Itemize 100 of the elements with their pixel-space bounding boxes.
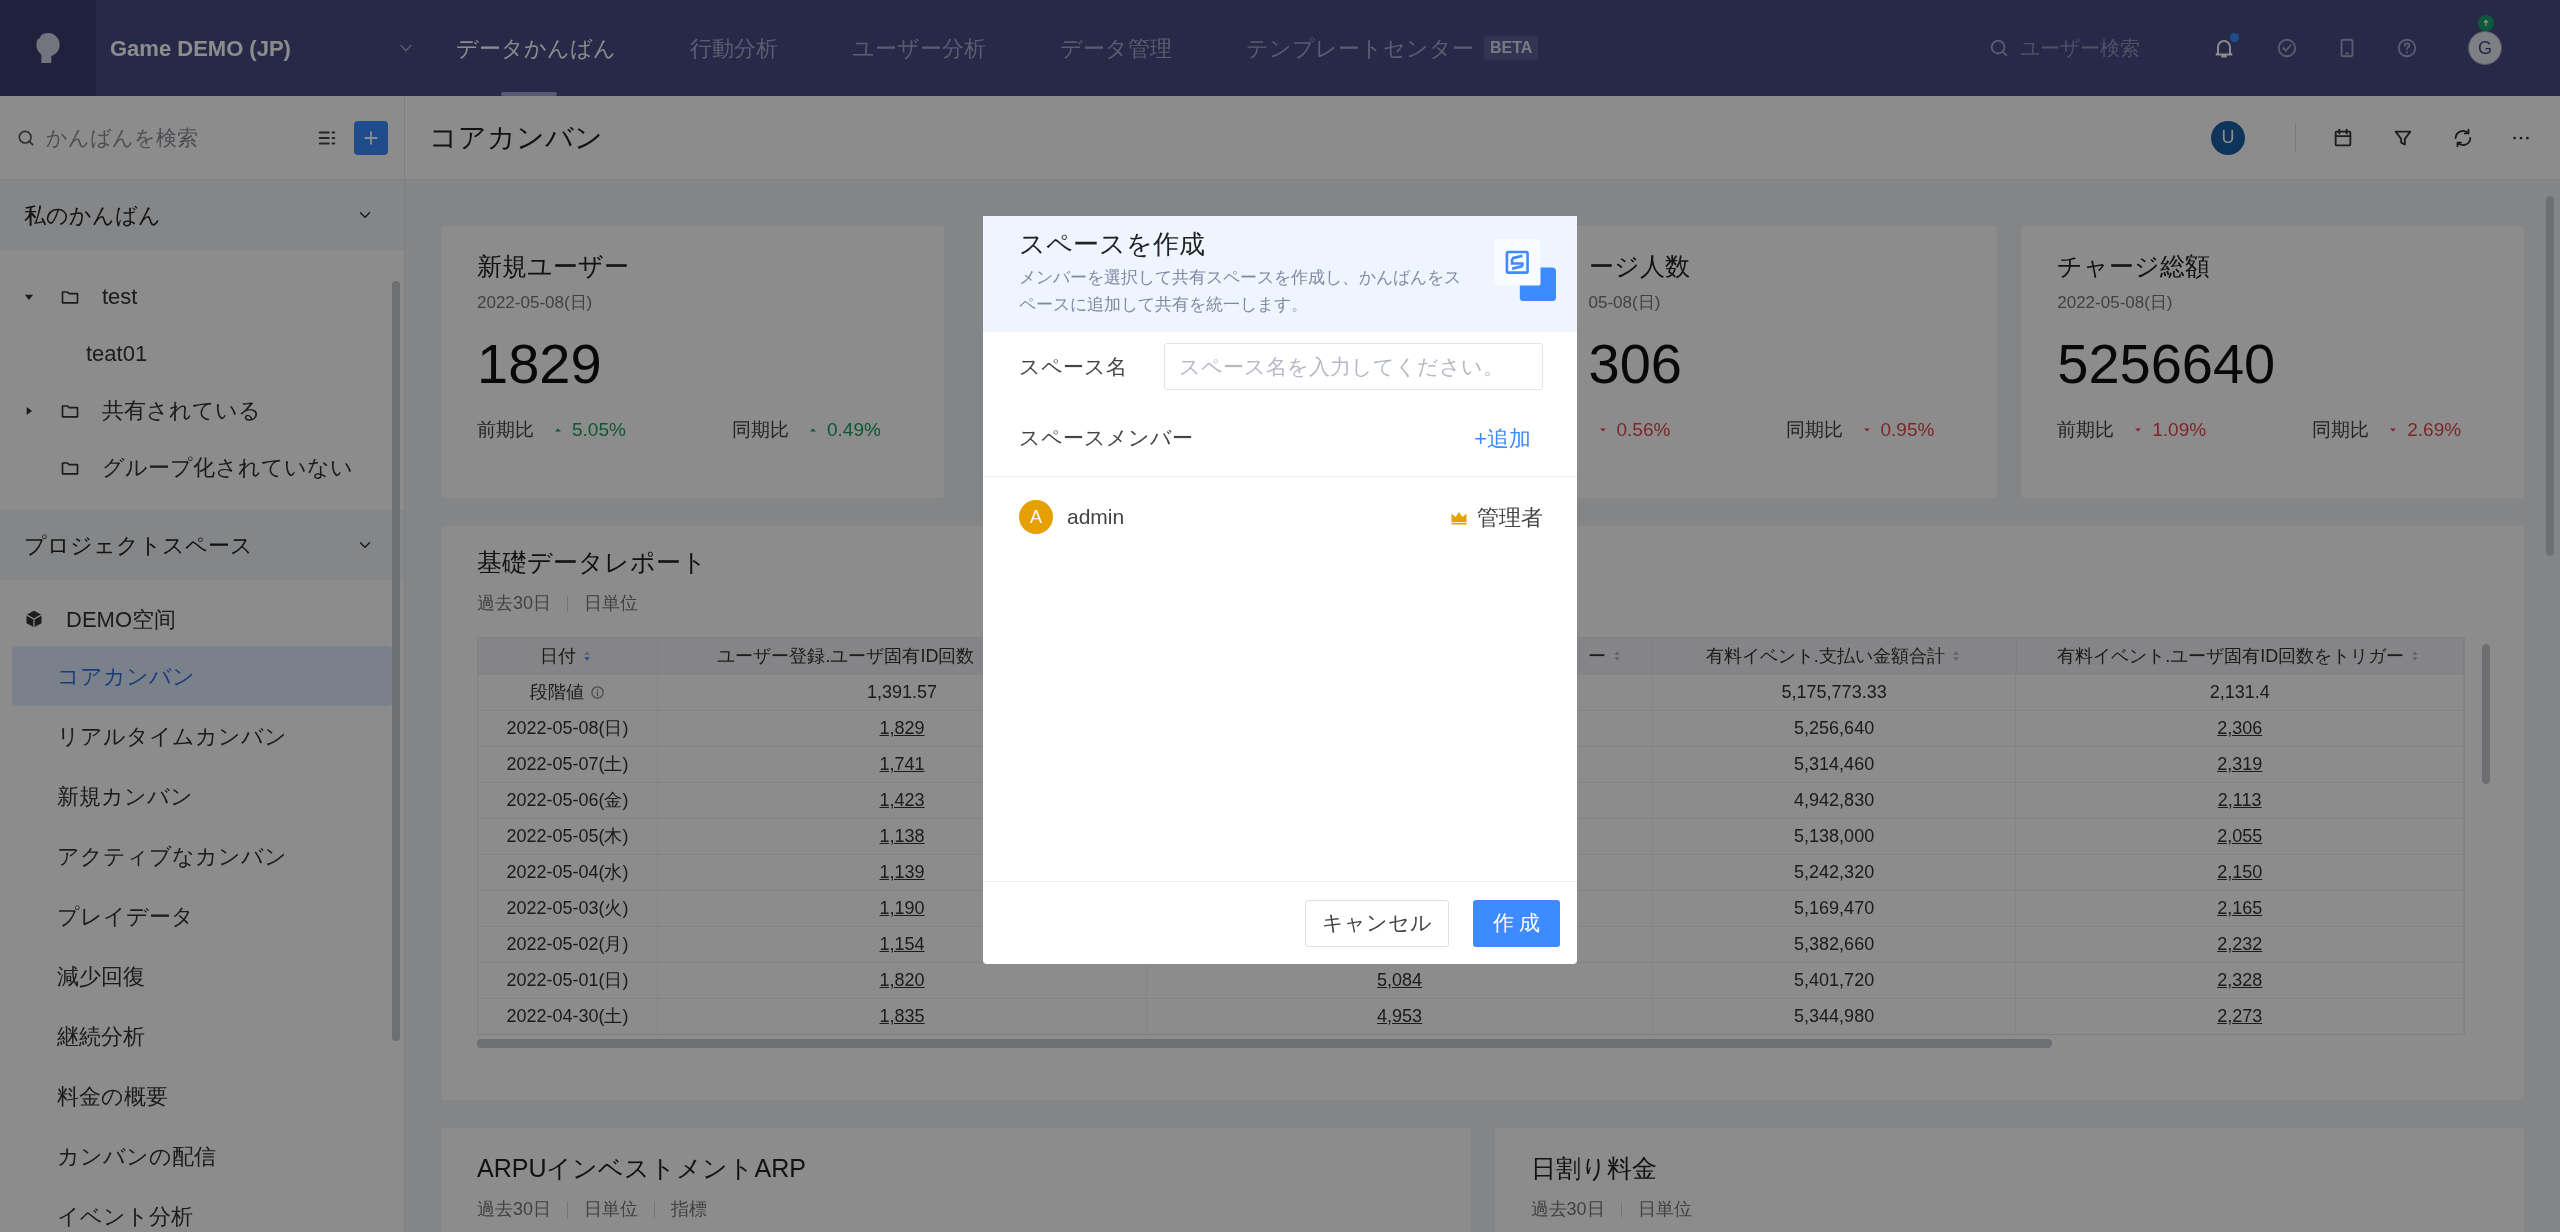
column-header[interactable]: 日付 [478, 638, 658, 674]
value-link[interactable]: 1,190 [879, 895, 925, 922]
value-link[interactable]: 2,232 [2217, 931, 2263, 958]
create-button[interactable]: 作 成 [1473, 899, 1560, 947]
compare-value: 2.69% [2407, 417, 2462, 442]
value-link[interactable]: 2,328 [2217, 967, 2263, 994]
refresh-icon[interactable] [2452, 126, 2474, 149]
value-link[interactable]: 1,741 [879, 751, 925, 778]
board-item[interactable]: カンバンの配信 [12, 1126, 392, 1186]
value-link[interactable]: 2,055 [2217, 823, 2263, 850]
filter-tag: 過去30日 [477, 1196, 552, 1223]
value-link[interactable]: 1,835 [879, 1003, 925, 1030]
member-role: 管理者 [1477, 503, 1543, 532]
card-title: ージ人数 [1587, 251, 1691, 282]
compare-value: 0.95% [1880, 417, 1935, 442]
compare-value: 1.09% [2152, 417, 2207, 442]
info-icon [589, 685, 605, 700]
board-item[interactable]: 料金の概要 [12, 1066, 392, 1126]
nav-tab[interactable]: データかんばん [456, 0, 616, 96]
table-cell-text: 2022-04-30(土) [506, 1005, 629, 1028]
folder-item[interactable]: 共有されている [0, 382, 404, 439]
scrollbar[interactable] [392, 281, 400, 1041]
help-icon[interactable] [2396, 37, 2418, 59]
dialog-title: スペースを作成 [1019, 228, 1206, 261]
value-link[interactable]: 2,273 [2217, 1003, 2263, 1030]
viewer-avatar[interactable]: U [2211, 120, 2245, 155]
cancel-button[interactable]: キャンセル [1305, 899, 1449, 947]
table-cell-text: 5,175,773.33 [1781, 681, 1887, 704]
board-item[interactable]: 継続分析 [12, 1006, 392, 1066]
member-name: admin [1067, 504, 1125, 531]
compare-value: 0.56% [1616, 417, 1671, 442]
board-item[interactable]: リアルタイムカンバン [12, 706, 392, 766]
value-link[interactable]: 2,165 [2217, 895, 2263, 922]
folder-item[interactable]: test [0, 268, 404, 325]
table-cell-text: 5,314,460 [1794, 753, 1875, 776]
space-name-field[interactable]: スペース名を入力してください。 [1164, 343, 1543, 390]
panel-title: 日割り料金 [1530, 1153, 1658, 1184]
board-item[interactable]: 新規カンバン [12, 766, 392, 826]
horizontal-scrollbar[interactable] [477, 1039, 2052, 1048]
board-item[interactable]: アクティブなカンバン [12, 826, 392, 886]
member-avatar: A [1019, 500, 1053, 534]
section-header[interactable]: プロジェクトスペース [0, 510, 404, 580]
card-date: 2022-05-08(日) [2057, 292, 2174, 314]
board-item[interactable]: teat01 [0, 325, 404, 382]
filter-tag: 過去30日 [477, 590, 552, 617]
table-cell-text: 2022-05-01(日) [506, 969, 629, 992]
add-button[interactable] [354, 120, 388, 155]
add-member-link[interactable]: +追加 [1474, 421, 1531, 455]
column-header[interactable]: 有料イベント.支払い金額合計 [1652, 638, 2017, 674]
calendar-icon[interactable] [2332, 126, 2354, 149]
table-cell-text: 2022-05-04(水) [506, 861, 629, 884]
folder-item[interactable]: グループ化されていない [0, 439, 404, 496]
field-label: スペースメンバー [1019, 425, 1193, 452]
compare-label: 同期比 [2312, 417, 2370, 442]
value-link[interactable]: 2,319 [2217, 751, 2263, 778]
search-icon [1988, 37, 2010, 59]
value-link[interactable]: 1,423 [879, 787, 925, 814]
space-illustration-icon [1494, 239, 1556, 301]
table-cell-text: 2022-05-05(木) [506, 825, 629, 848]
board-item[interactable]: イベント分析 [12, 1186, 392, 1232]
value-link[interactable]: 1,138 [879, 823, 925, 850]
value-link[interactable]: 1,139 [879, 859, 925, 886]
column-header[interactable]: 有料イベント.ユーザ固有ID回数をトリガー [2016, 638, 2464, 674]
card-title: チャージ総額 [2057, 251, 2212, 282]
value-link[interactable]: 1,154 [879, 931, 925, 958]
filter-tag: 過去30日 [1530, 1196, 1605, 1223]
table-cell-text: 5,382,660 [1794, 933, 1875, 956]
dialog-description: メンバーを選択して共有スペースを作成し、かんばんをスペースに追加して共有を統一します。 [1019, 267, 1462, 316]
filter-tag: 日単位 [584, 590, 639, 617]
check-circle-icon[interactable] [2276, 37, 2298, 59]
card-title: 新規ユーザー [477, 251, 630, 282]
board-item[interactable]: コアカンバン [12, 646, 392, 706]
value-link[interactable]: 1,829 [879, 715, 925, 742]
table-cell-text: 5,344,980 [1794, 1005, 1875, 1028]
value-link[interactable]: 5,084 [1377, 967, 1423, 994]
space-item[interactable]: DEMO空间 [0, 592, 404, 646]
table-cell-text: 1,391.57 [867, 681, 938, 704]
field-label: スペース名 [1019, 353, 1128, 380]
value-link[interactable]: 2,306 [2217, 715, 2263, 742]
compare-value: 5.05% [572, 417, 626, 442]
beta-badge: BETA [1484, 36, 1539, 60]
project-selector[interactable]: Game DEMO (JP) [96, 0, 426, 96]
table-cell-text: 2022-05-08(日) [506, 717, 629, 740]
value-link[interactable]: 2,113 [2217, 787, 2262, 814]
metric-value: 306 [1587, 331, 1683, 396]
value-link[interactable]: 1,820 [879, 967, 925, 994]
filter-tag: 指標 [671, 1196, 708, 1223]
value-link[interactable]: 2,150 [2217, 859, 2263, 886]
user-avatar[interactable]: G [2468, 31, 2502, 65]
table-cell-text: 5,242,320 [1794, 861, 1875, 884]
value-link[interactable]: 4,953 [1377, 1003, 1423, 1030]
board-item[interactable]: プレイデータ [12, 886, 392, 946]
table-cell-text: 5,256,640 [1794, 717, 1875, 740]
scrollbar[interactable] [2482, 644, 2490, 784]
report-title: 基礎データレポート [477, 547, 708, 578]
card-date: 2022-05-08(日) [477, 292, 594, 314]
table-cell-text: 2022-05-02(月) [506, 933, 629, 956]
compare-label: 同期比 [1785, 417, 1843, 442]
section-header[interactable]: 私のかんばん [0, 180, 404, 250]
board-item[interactable]: 減少回復 [12, 946, 392, 1006]
